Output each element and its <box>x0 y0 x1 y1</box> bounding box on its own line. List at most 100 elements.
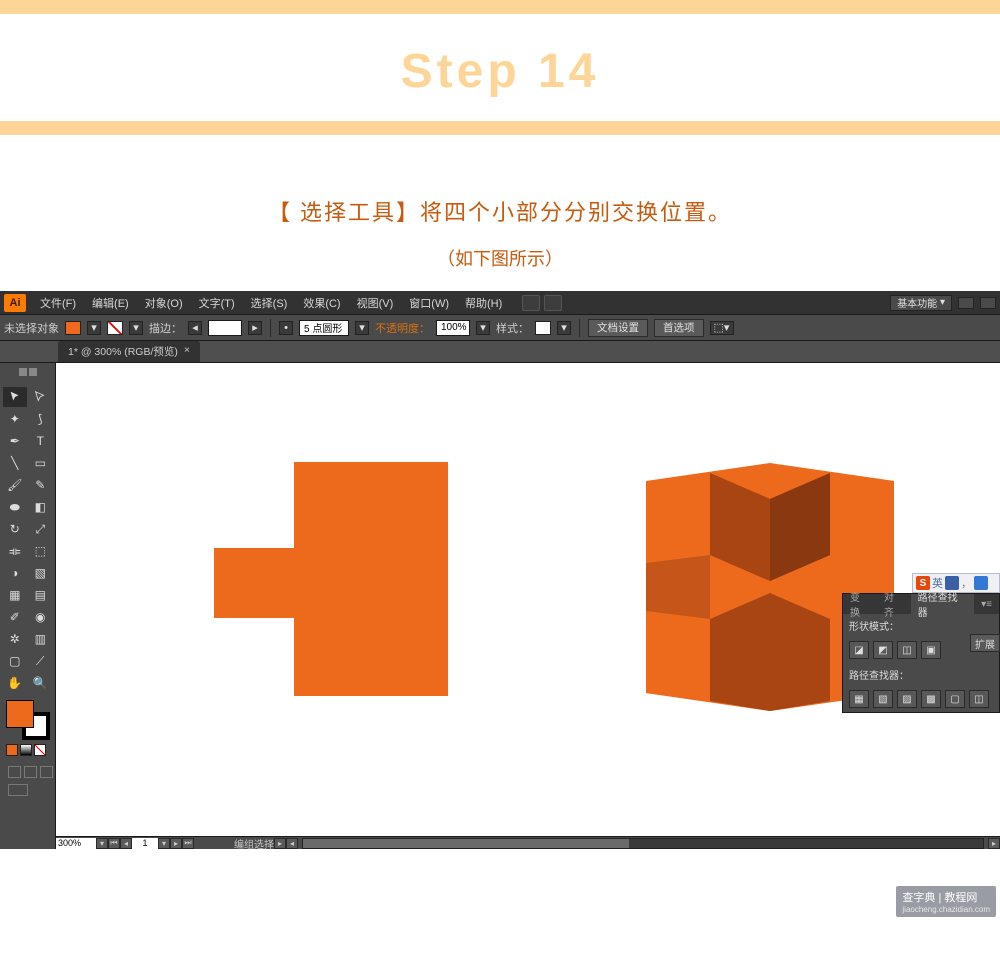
menu-type[interactable]: 文字(T) <box>191 295 243 311</box>
preferences-button[interactable]: 首选项 <box>654 319 704 337</box>
paintbrush-tool[interactable]: 🖌 <box>3 475 27 495</box>
stroke-dropdown[interactable]: ▾ <box>129 321 143 335</box>
zoom-tool[interactable]: 🔍 <box>29 673 53 693</box>
sogou-icon[interactable]: S <box>916 576 930 590</box>
window-minimize[interactable] <box>958 297 974 309</box>
tab-align[interactable]: 对齐 <box>877 594 911 614</box>
divide-icon[interactable]: ▦ <box>849 690 869 708</box>
tab-transform[interactable]: 变换 <box>843 594 877 614</box>
gradient-tool[interactable]: ▤ <box>29 585 53 605</box>
menu-object[interactable]: 对象(O) <box>137 295 191 311</box>
toolbox-grip[interactable] <box>2 367 54 384</box>
exclude-icon[interactable]: ▣ <box>921 641 941 659</box>
prev-artboard[interactable]: ◂ <box>120 838 132 849</box>
next-artboard[interactable]: ▸ <box>170 838 182 849</box>
eraser-tool[interactable]: ◧ <box>29 497 53 517</box>
rotate-tool[interactable]: ↻ <box>3 519 27 539</box>
menu-effect[interactable]: 效果(C) <box>295 295 348 311</box>
perspective-tool[interactable]: ▧ <box>29 563 53 583</box>
fill-stroke-indicator[interactable] <box>6 700 50 740</box>
brush-profile[interactable]: 5 点圆形 <box>299 320 349 336</box>
hand-tool[interactable]: ✋ <box>3 673 27 693</box>
draw-behind-icon[interactable] <box>24 766 37 778</box>
minus-back-icon[interactable]: ◫ <box>969 690 989 708</box>
merge-icon[interactable]: ▨ <box>897 690 917 708</box>
ime-keyboard-icon[interactable] <box>974 576 988 590</box>
draw-inside-icon[interactable] <box>40 766 53 778</box>
unite-icon[interactable]: ◪ <box>849 641 869 659</box>
eyedropper-tool[interactable]: ✐ <box>3 607 27 627</box>
h-scroll-thumb[interactable] <box>303 839 629 848</box>
none-mode-icon[interactable] <box>34 744 46 756</box>
pencil-tool[interactable]: ✎ <box>29 475 53 495</box>
width-tool[interactable]: ⟚ <box>3 541 27 561</box>
color-mode-icon[interactable] <box>6 744 18 756</box>
gradient-mode-icon[interactable] <box>20 744 32 756</box>
draw-normal-icon[interactable] <box>8 766 21 778</box>
panel-menu-icon[interactable]: ▾≡ <box>974 594 999 614</box>
scale-tool[interactable]: ⤢ <box>29 519 53 539</box>
crop-icon[interactable]: ▩ <box>921 690 941 708</box>
h-scrollbar[interactable] <box>302 838 984 849</box>
zoom-dropdown[interactable]: ▾ <box>96 838 108 849</box>
selection-tool[interactable] <box>3 387 27 407</box>
menu-help[interactable]: 帮助(H) <box>457 295 510 311</box>
slice-tool[interactable]: ⟋ <box>29 651 53 671</box>
close-tab-icon[interactable]: × <box>184 344 190 359</box>
zoom-input[interactable]: 300% <box>56 838 96 849</box>
fill-swatch[interactable] <box>65 321 81 335</box>
style-swatch[interactable] <box>535 321 551 335</box>
opacity-dropdown[interactable]: ▾ <box>476 321 490 335</box>
menu-select[interactable]: 选择(S) <box>243 295 296 311</box>
fill-color[interactable] <box>6 700 34 728</box>
expand-button[interactable]: 扩展 <box>970 634 1000 652</box>
graph-tool[interactable]: ▥ <box>29 629 53 649</box>
artboard-tool[interactable]: ▢ <box>3 651 27 671</box>
magic-wand-tool[interactable]: ✦ <box>3 409 27 429</box>
type-tool[interactable]: T <box>29 431 53 451</box>
artboard-number[interactable]: 1 <box>132 838 158 849</box>
menu-view[interactable]: 视图(V) <box>349 295 402 311</box>
scroll-left[interactable]: ◂ <box>286 838 298 849</box>
trim-icon[interactable]: ▧ <box>873 690 893 708</box>
stroke-swatch[interactable] <box>107 321 123 335</box>
document-setup-button[interactable]: 文档设置 <box>588 319 648 337</box>
brush-dropdown[interactable]: ▾ <box>355 321 369 335</box>
last-artboard[interactable]: ⏭ <box>182 838 194 849</box>
pen-tool[interactable]: ✒ <box>3 431 27 451</box>
tab-pathfinder[interactable]: 路径查找器 <box>911 594 975 614</box>
stroke-weight-down[interactable]: ◂ <box>188 321 202 335</box>
profile-arrow[interactable]: • <box>279 321 293 335</box>
free-transform-tool[interactable]: ⬚ <box>29 541 53 561</box>
menu-edit[interactable]: 编辑(E) <box>84 295 137 311</box>
fill-dropdown[interactable]: ▾ <box>87 321 101 335</box>
canvas[interactable]: S 英 ， 变换 对齐 路径查找器 ▾≡ 形状模式： <box>56 363 1000 849</box>
opacity-input[interactable]: 100% <box>436 320 470 336</box>
blend-tool[interactable]: ◉ <box>29 607 53 627</box>
screen-mode-toggle[interactable] <box>8 784 28 796</box>
artwork-left-shape[interactable] <box>214 462 448 696</box>
arrange-documents-icon[interactable] <box>522 295 540 311</box>
symbol-sprayer-tool[interactable]: ✲ <box>3 629 27 649</box>
intersect-icon[interactable]: ◫ <box>897 641 917 659</box>
direct-selection-tool[interactable] <box>29 387 53 407</box>
ime-moon-icon[interactable] <box>945 576 959 590</box>
document-tab[interactable]: 1* @ 300% (RGB/预览) × <box>58 341 200 362</box>
scroll-right[interactable]: ▸ <box>988 838 1000 849</box>
line-tool[interactable]: ╲ <box>3 453 27 473</box>
outline-icon[interactable]: ▢ <box>945 690 965 708</box>
first-artboard[interactable]: ⏮ <box>108 838 120 849</box>
rectangle-tool[interactable]: ▭ <box>29 453 53 473</box>
menu-window[interactable]: 窗口(W) <box>401 295 457 311</box>
minus-front-icon[interactable]: ◩ <box>873 641 893 659</box>
artboard-dropdown[interactable]: ▾ <box>158 838 170 849</box>
workspace-switcher[interactable]: 基本功能 ▾ <box>890 295 952 311</box>
stroke-weight-up[interactable]: ▸ <box>248 321 262 335</box>
shape-builder-tool[interactable]: ◑ <box>3 563 27 583</box>
align-flyout[interactable]: ⬚▾ <box>710 321 734 335</box>
blob-brush-tool[interactable]: ⬬ <box>3 497 27 517</box>
screen-mode-icon[interactable] <box>544 295 562 311</box>
stroke-weight-input[interactable] <box>208 320 242 336</box>
mesh-tool[interactable]: ▦ <box>3 585 27 605</box>
window-restore[interactable] <box>980 297 996 309</box>
